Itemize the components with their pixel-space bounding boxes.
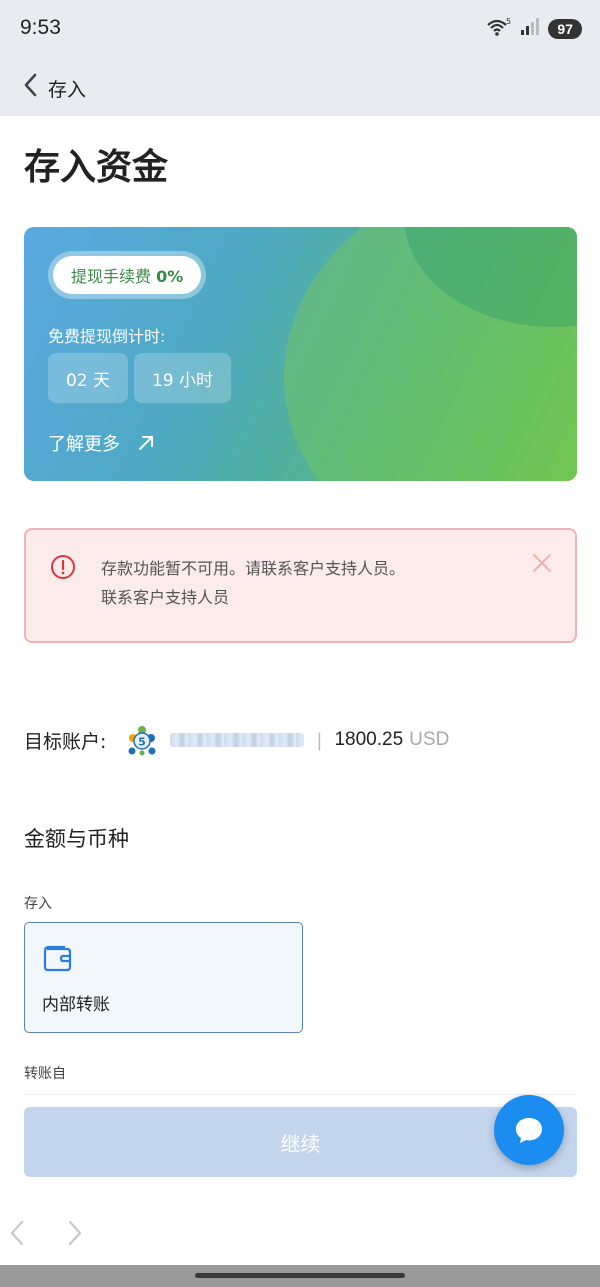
target-account-label: 目标账户: [24, 730, 107, 753]
divider [24, 1094, 577, 1095]
alert-line-1: 存款功能暂不可用。请联系客户支持人员。 [101, 559, 406, 578]
wallet-icon [43, 945, 72, 972]
arrow-up-right-icon [139, 436, 153, 450]
back-button[interactable] [16, 70, 46, 100]
status-time: 9:53 [20, 16, 61, 39]
target-account-row: 目标账户: 5 | 1800.25 USD [24, 722, 584, 758]
wifi-icon: 5 [486, 17, 512, 41]
status-icons: 5 97 [486, 17, 582, 41]
account-number-redacted [170, 733, 305, 747]
chat-bubble-icon [516, 1118, 542, 1143]
countdown-hours: 19 小时 [134, 353, 231, 403]
fee-label: 提现手续费 [71, 267, 152, 286]
deposit-unavailable-alert: 存款功能暂不可用。请联系客户支持人员。 联系客户支持人员 [24, 528, 577, 643]
system-navigation-bar [0, 1265, 600, 1287]
withdrawal-fee-badge: 提现手续费 0% [48, 251, 207, 299]
metatrader5-logo-icon: 5 [128, 726, 156, 756]
account-balance: 1800.25 [334, 729, 404, 750]
countdown-days: 02 天 [48, 353, 128, 403]
nav-back-icon[interactable] [6, 1218, 30, 1248]
browser-nav [0, 1208, 120, 1258]
nav-forward-icon[interactable] [62, 1218, 86, 1248]
page-title: 存入资金 [24, 147, 169, 188]
app-bar: 存入 [0, 58, 600, 116]
chevron-left-icon [24, 73, 37, 97]
transfer-from-label: 转账自 [24, 1066, 66, 1082]
fee-value: 0% [156, 267, 184, 286]
continue-button[interactable]: 继续 [24, 1107, 577, 1177]
amount-section-title: 金额与币种 [24, 827, 129, 851]
alert-message: 存款功能暂不可用。请联系客户支持人员。 联系客户支持人员 [101, 554, 405, 612]
chat-support-button[interactable] [494, 1095, 564, 1165]
mt5-badge: 5 [139, 736, 147, 749]
internal-transfer-label: 内部转账 [42, 995, 110, 1015]
alert-support-link[interactable]: 联系客户支持人员 [101, 583, 405, 612]
deposit-method-label: 存入 [24, 896, 52, 912]
promo-card: 提现手续费 0% 免费提现倒计时: 02 天 19 小时 了解更多 [24, 227, 577, 481]
learn-more-label: 了解更多 [48, 434, 120, 455]
status-bar: 9:53 5 97 [0, 0, 600, 58]
error-icon [51, 555, 75, 579]
close-icon[interactable] [531, 552, 553, 574]
internal-transfer-option[interactable]: 内部转账 [24, 922, 303, 1033]
cellular-signal-icon [520, 18, 540, 40]
wifi-5g-label: 5 [506, 17, 511, 26]
account-currency: USD [409, 729, 450, 750]
separator: | [316, 729, 323, 751]
learn-more-link[interactable]: 了解更多 [48, 430, 154, 456]
battery-indicator: 97 [548, 19, 582, 39]
home-indicator[interactable] [195, 1273, 405, 1278]
app-bar-title: 存入 [48, 79, 87, 101]
countdown-label: 免费提现倒计时: [48, 327, 166, 346]
